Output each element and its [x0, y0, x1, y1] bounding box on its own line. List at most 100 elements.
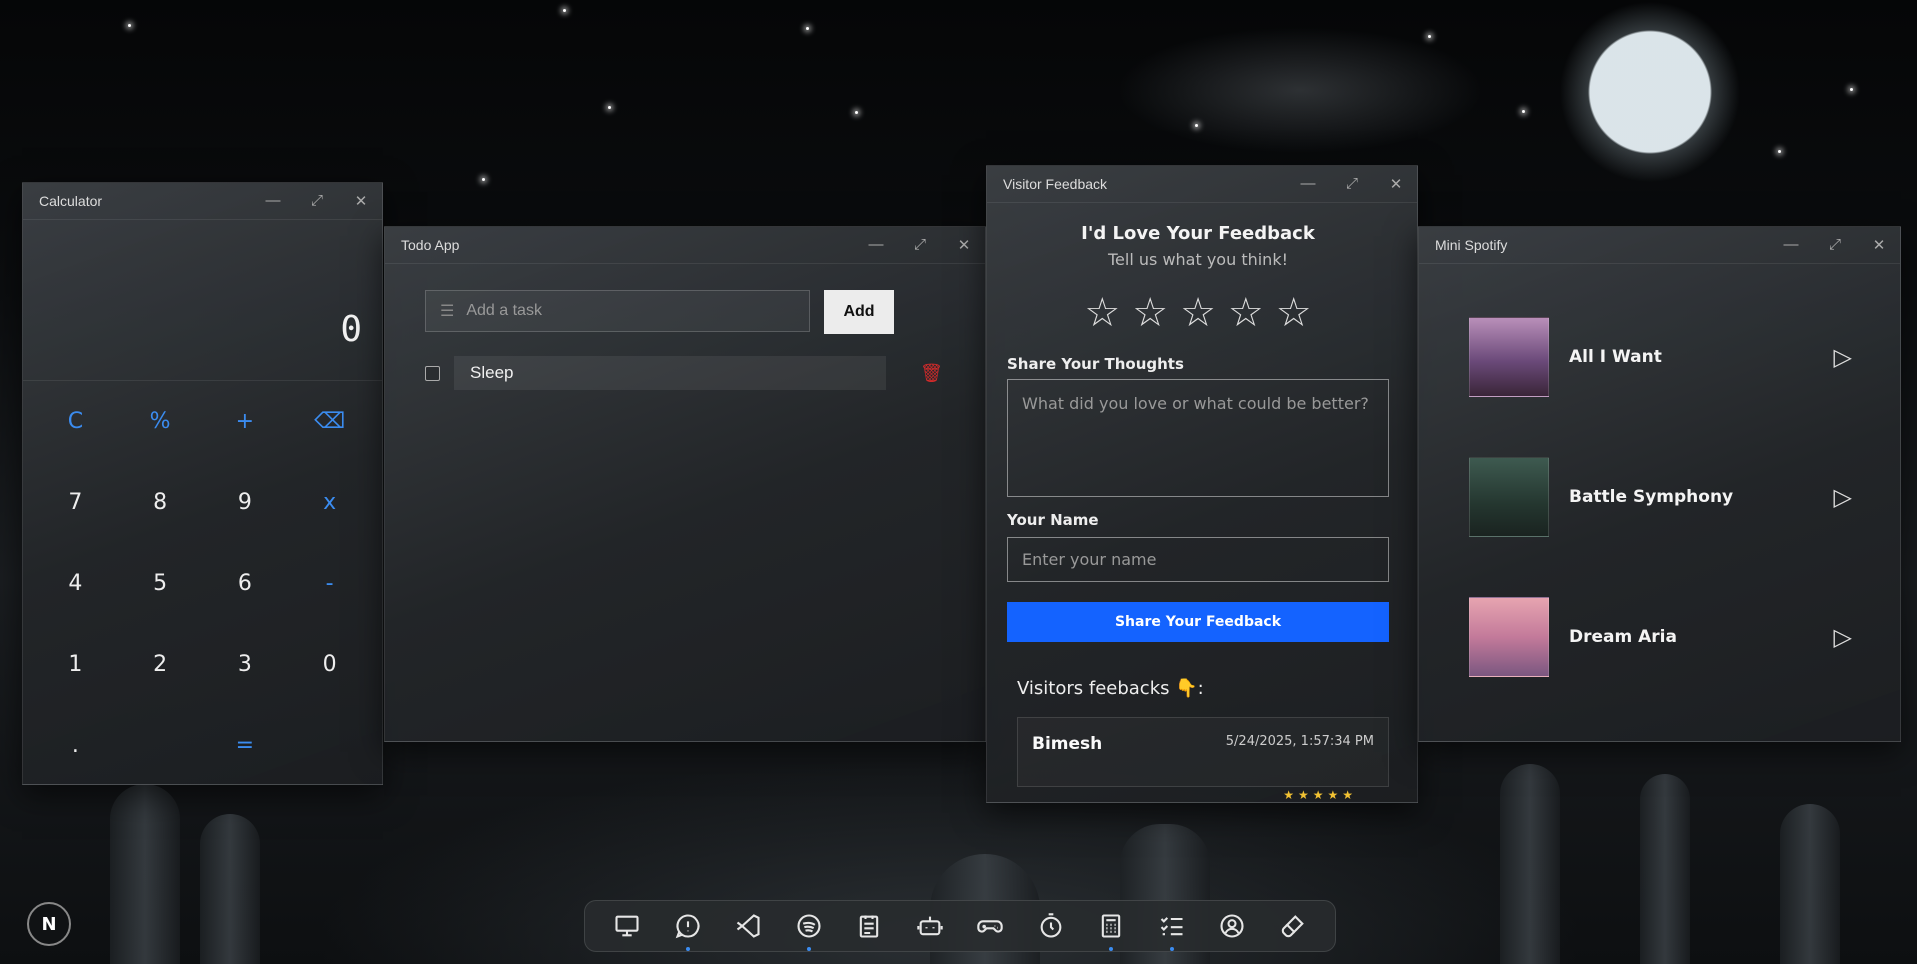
user-icon[interactable]: [1215, 909, 1249, 943]
song-item[interactable]: Dream Aria ▷: [1469, 567, 1900, 707]
calc-key-empty: [287, 705, 372, 784]
maximize-icon[interactable]: ⤢: [1826, 236, 1844, 254]
close-icon[interactable]: ✕: [955, 236, 973, 254]
rating-stars: ☆ ☆ ☆ ☆ ☆: [1007, 293, 1389, 333]
feedback-entry-name: Bimesh: [1032, 734, 1103, 754]
task-input[interactable]: ☰ Add a task: [425, 290, 810, 332]
calc-key-7[interactable]: 7: [33, 462, 118, 543]
close-icon[interactable]: ✕: [352, 192, 370, 210]
name-placeholder: Enter your name: [1022, 550, 1157, 569]
todo-window: Todo App — ⤢ ✕ ☰ Add a task Add Sleep 🗑: [384, 226, 986, 742]
minimize-icon[interactable]: —: [264, 192, 282, 210]
calculator-title: Calculator: [39, 193, 103, 209]
close-icon[interactable]: ✕: [1387, 175, 1405, 193]
todo-title: Todo App: [401, 237, 460, 253]
maximize-icon[interactable]: ⤢: [1343, 175, 1361, 193]
brush-icon[interactable]: [1276, 909, 1310, 943]
play-icon[interactable]: ▷: [1834, 623, 1852, 651]
calc-key-equals[interactable]: =: [203, 705, 288, 784]
calc-key-5[interactable]: 5: [118, 543, 203, 624]
trash-icon[interactable]: 🗑: [920, 363, 943, 384]
spotify-icon[interactable]: [792, 909, 826, 951]
play-icon[interactable]: ▷: [1834, 483, 1852, 511]
feedback-entry-stars: ★★★★★: [1283, 788, 1357, 802]
task-input-placeholder: Add a task: [466, 302, 542, 319]
calc-key-multiply[interactable]: x: [287, 462, 372, 543]
feedback-icon[interactable]: [671, 909, 705, 951]
minimize-icon[interactable]: —: [867, 236, 885, 254]
calc-key-8[interactable]: 8: [118, 462, 203, 543]
close-icon[interactable]: ✕: [1870, 236, 1888, 254]
checklist-icon[interactable]: [1155, 909, 1189, 951]
feedback-titlebar[interactable]: Visitor Feedback — ⤢ ✕: [987, 166, 1417, 203]
start-button[interactable]: N: [27, 902, 71, 946]
robot-icon[interactable]: [913, 909, 947, 943]
calc-key-clear[interactable]: C: [33, 381, 118, 462]
todo-titlebar[interactable]: Todo App — ⤢ ✕: [385, 227, 985, 264]
add-task-button[interactable]: Add: [824, 290, 894, 334]
song-item[interactable]: All I Want ▷: [1469, 287, 1900, 427]
calculator-window: Calculator — ⤢ ✕ 0 C % + ⌫ 7 8 9 x 4 5 6…: [22, 182, 383, 785]
calc-key-4[interactable]: 4: [33, 543, 118, 624]
calc-key-minus[interactable]: -: [287, 543, 372, 624]
dock: [584, 900, 1336, 952]
feedback-heading: I'd Love Your Feedback: [1081, 223, 1315, 244]
star-icon[interactable]: ☆: [1084, 293, 1120, 333]
calc-key-2[interactable]: 2: [118, 624, 203, 705]
star-icon[interactable]: ☆: [1228, 293, 1264, 333]
task-text[interactable]: Sleep: [454, 356, 886, 390]
play-icon[interactable]: ▷: [1834, 343, 1852, 371]
calc-key-9[interactable]: 9: [203, 462, 288, 543]
thoughts-placeholder: What did you love or what could be bette…: [1022, 394, 1369, 413]
feedback-window: Visitor Feedback — ⤢ ✕ I'd Love Your Fee…: [986, 165, 1418, 803]
calculator-display: 0: [23, 220, 382, 381]
task-checkbox[interactable]: [425, 365, 440, 381]
song-title: Battle Symphony: [1569, 487, 1734, 507]
name-label: Your Name: [1007, 511, 1099, 529]
spotify-window: Mini Spotify — ⤢ ✕ All I Want ▷ Battle S…: [1418, 226, 1901, 742]
share-feedback-button[interactable]: Share Your Feedback: [1007, 602, 1389, 642]
album-cover: [1469, 317, 1549, 397]
star-icon[interactable]: ☆: [1276, 293, 1312, 333]
notepad-icon[interactable]: [852, 909, 886, 943]
maximize-icon[interactable]: ⤢: [911, 236, 929, 254]
feedback-entry: Bimesh 5/24/2025, 1:57:34 PM: [1017, 717, 1389, 787]
thoughts-label: Share Your Thoughts: [1007, 355, 1184, 373]
calculator-titlebar[interactable]: Calculator — ⤢ ✕: [23, 183, 382, 220]
album-cover: [1469, 457, 1549, 537]
feedback-title: Visitor Feedback: [1003, 176, 1108, 192]
name-input[interactable]: Enter your name: [1007, 537, 1389, 582]
song-item[interactable]: Battle Symphony ▷: [1469, 427, 1900, 567]
album-cover: [1469, 597, 1549, 677]
calculator-display-value: 0: [340, 309, 362, 350]
calc-key-0[interactable]: 0: [287, 624, 372, 705]
maximize-icon[interactable]: ⤢: [308, 192, 326, 210]
visitor-feedbacks-heading: Visitors feebacks 👇:: [1017, 678, 1204, 699]
spotify-title: Mini Spotify: [1435, 237, 1508, 253]
calc-key-plus[interactable]: +: [203, 381, 288, 462]
calculator-keypad: C % + ⌫ 7 8 9 x 4 5 6 - 1 2 3 0 . =: [23, 381, 382, 784]
minimize-icon[interactable]: —: [1299, 175, 1317, 193]
star-icon[interactable]: ☆: [1180, 293, 1216, 333]
monitor-icon[interactable]: [610, 909, 644, 943]
feedback-subheading: Tell us what you think!: [1108, 250, 1288, 269]
calc-key-6[interactable]: 6: [203, 543, 288, 624]
feedback-entry-date: 5/24/2025, 1:57:34 PM: [1225, 734, 1374, 749]
gamepad-icon[interactable]: [973, 909, 1007, 943]
minimize-icon[interactable]: —: [1782, 236, 1800, 254]
song-title: All I Want: [1569, 347, 1662, 367]
calc-key-empty: [118, 705, 203, 784]
calc-key-3[interactable]: 3: [203, 624, 288, 705]
star-icon[interactable]: ☆: [1132, 293, 1168, 333]
thoughts-textarea[interactable]: What did you love or what could be bette…: [1007, 379, 1389, 497]
timer-icon[interactable]: [1034, 909, 1068, 943]
spotify-titlebar[interactable]: Mini Spotify — ⤢ ✕: [1419, 227, 1900, 264]
calculator-icon[interactable]: [1094, 909, 1128, 951]
calc-key-1[interactable]: 1: [33, 624, 118, 705]
calc-key-backspace[interactable]: ⌫: [287, 381, 372, 462]
calc-key-percent[interactable]: %: [118, 381, 203, 462]
list-icon: ☰: [440, 303, 455, 320]
vscode-icon[interactable]: [731, 909, 765, 943]
calc-key-decimal[interactable]: .: [33, 705, 118, 784]
task-item: Sleep 🗑: [425, 356, 985, 390]
